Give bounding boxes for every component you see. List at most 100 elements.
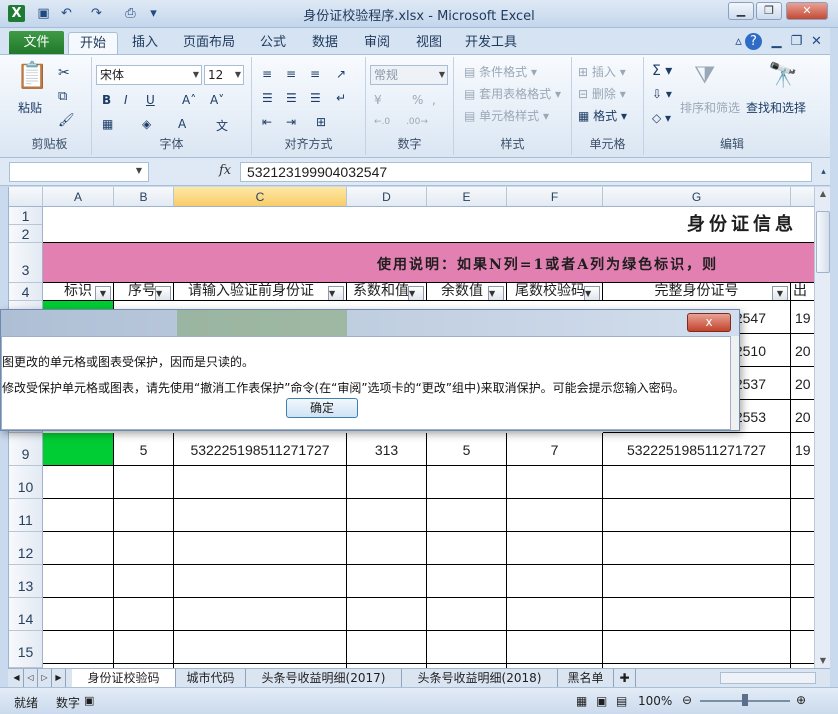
header-birth[interactable]: 出 <box>791 283 814 301</box>
normal-view-icon[interactable]: ▦ <box>576 694 587 708</box>
font-name-combo[interactable]: 宋体 ▼ <box>96 65 202 85</box>
row-header-15[interactable]: 15 <box>9 631 43 668</box>
sheet-tab-id-check[interactable]: 身份证校验码 <box>72 669 176 687</box>
birth-cell[interactable]: 20 <box>791 367 814 400</box>
sheet-tab-income-2018[interactable]: 头条号收益明细(2018) <box>402 669 558 687</box>
sheet-tab-blacklist[interactable]: 黑名单 <box>558 669 614 687</box>
delete-cells-button[interactable]: ⊟ 删除 ▾ <box>578 85 626 102</box>
sheet-tab-income-2017[interactable]: 头条号收益明细(2017) <box>246 669 402 687</box>
grow-font-icon[interactable]: A˄ <box>182 93 196 107</box>
decrease-indent-icon[interactable]: ⇤ <box>262 115 272 129</box>
row-header-1[interactable]: 1 <box>9 207 43 225</box>
shrink-font-icon[interactable]: A˅ <box>210 93 224 107</box>
header-seq[interactable]: 序号 ▼ <box>114 283 174 301</box>
align-middle-icon[interactable]: ≡ <box>286 67 296 81</box>
table-format-button[interactable]: ▤ 套用表格格式 ▾ <box>464 85 561 102</box>
increase-indent-icon[interactable]: ⇥ <box>286 115 296 129</box>
coef-sum-cell[interactable]: 313 <box>347 433 427 466</box>
tab-view[interactable]: 视图 <box>408 32 450 54</box>
header-input-id[interactable]: 请输入验证前身份证 ▼ <box>174 283 347 301</box>
birth-cell[interactable]: 20 <box>791 334 814 367</box>
empty-rows-grid[interactable] <box>43 466 814 668</box>
column-header-c[interactable]: C <box>174 187 347 207</box>
name-box[interactable]: ▼ <box>9 162 149 182</box>
header-remainder[interactable]: 余数值 ▼ <box>427 283 507 301</box>
tab-insert[interactable]: 插入 <box>124 32 166 54</box>
tab-data[interactable]: 数据 <box>304 32 346 54</box>
dialog-ok-button[interactable]: 确定 <box>286 398 358 418</box>
row-header-10[interactable]: 10 <box>9 466 43 499</box>
tab-page-layout[interactable]: 页面布局 <box>176 32 242 54</box>
row-header-2[interactable]: 2 <box>9 225 43 243</box>
prev-sheet-icon[interactable]: ◁ <box>24 669 38 687</box>
row-header-3[interactable]: 3 <box>9 243 43 283</box>
dialog-caption-bar[interactable] <box>1 310 739 336</box>
cut-icon[interactable]: ✂ <box>58 65 70 81</box>
page-layout-view-icon[interactable]: ▣ <box>596 694 607 708</box>
filter-dropdown-icon[interactable]: ▼ <box>584 286 600 300</box>
sort-filter-button[interactable]: 排序和筛选 <box>680 99 740 116</box>
row-header-14[interactable]: 14 <box>9 598 43 631</box>
cell-styles-button[interactable]: ▤ 单元格样式 ▾ <box>464 107 549 124</box>
comma-icon[interactable]: , <box>432 93 436 107</box>
zoom-level[interactable]: 100% <box>638 694 672 708</box>
number-format-combo[interactable]: 常规 ▼ <box>370 65 448 85</box>
tab-formulas[interactable]: 公式 <box>252 32 294 54</box>
header-check-code[interactable]: 尾数校验码 ▼ <box>507 283 603 301</box>
flag-cell-green[interactable] <box>43 433 114 466</box>
row-header-11[interactable]: 11 <box>9 499 43 532</box>
seq-cell[interactable]: 5 <box>114 433 174 466</box>
close-window-button[interactable]: ✕ <box>786 2 828 20</box>
scroll-up-icon[interactable]: ▲ <box>816 187 830 201</box>
insert-cells-button[interactable]: ⊞ 插入 ▾ <box>578 63 626 80</box>
align-bottom-icon[interactable]: ≡ <box>310 67 320 81</box>
zoom-in-icon[interactable]: ⊕ <box>796 693 806 707</box>
filter-dropdown-icon[interactable]: ▼ <box>408 286 424 300</box>
filter-dropdown-icon[interactable]: ▼ <box>772 286 788 300</box>
help-icon[interactable]: ? <box>745 33 762 50</box>
scroll-down-icon[interactable]: ▼ <box>816 654 830 668</box>
column-header-f[interactable]: F <box>507 187 603 207</box>
sort-filter-icon[interactable]: ⧩ <box>694 61 715 89</box>
column-header-b[interactable]: B <box>114 187 174 207</box>
workbook-close-icon[interactable]: ✕ <box>808 33 825 50</box>
increase-decimal-icon[interactable]: ←.0 <box>374 117 390 127</box>
column-header-e[interactable]: E <box>427 187 507 207</box>
filter-dropdown-icon[interactable]: ▼ <box>328 286 344 300</box>
bold-icon[interactable]: B <box>102 93 111 107</box>
birth-cell[interactable]: 20 <box>791 400 814 433</box>
insert-function-button[interactable]: fx <box>219 163 231 178</box>
format-cells-button[interactable]: ▦ 格式 ▾ <box>578 107 627 124</box>
input-id-cell[interactable]: 532225198511271727 <box>174 433 347 466</box>
format-painter-icon[interactable]: 🖌 <box>58 113 75 128</box>
header-full-id[interactable]: 完整身份证号 ▼ <box>603 283 791 301</box>
workbook-restore-icon[interactable]: ❐ <box>788 33 805 50</box>
select-all-corner[interactable] <box>9 187 43 207</box>
scroll-thumb[interactable] <box>816 211 830 273</box>
minimize-button[interactable]: ▁ <box>728 2 754 20</box>
fill-color-icon[interactable]: ◈ <box>142 117 151 131</box>
zoom-out-icon[interactable]: ⊖ <box>682 693 692 707</box>
align-center-icon[interactable]: ☰ <box>286 91 297 105</box>
sheet-title[interactable]: 身份证信息 <box>43 207 814 243</box>
phonetic-icon[interactable]: 文 <box>216 117 228 134</box>
tab-home[interactable]: 开始 <box>68 32 118 54</box>
copy-icon[interactable]: ⧉ <box>58 89 67 104</box>
column-header-a[interactable]: A <box>43 187 114 207</box>
row-header-9[interactable]: 9 <box>9 433 43 466</box>
remainder-cell[interactable]: 5 <box>427 433 507 466</box>
borders-icon[interactable]: ▦ <box>102 117 113 131</box>
tab-developer[interactable]: 开发工具 <box>458 32 524 54</box>
paste-button[interactable]: 粘贴 <box>18 99 42 116</box>
filter-dropdown-icon[interactable]: ▼ <box>95 286 111 300</box>
sheet-tab-city-code[interactable]: 城市代码 <box>176 669 246 687</box>
row-header-12[interactable]: 12 <box>9 532 43 565</box>
tab-review[interactable]: 审阅 <box>356 32 398 54</box>
merge-center-icon[interactable]: ⊞ <box>316 115 326 129</box>
check-code-cell[interactable]: 7 <box>507 433 603 466</box>
align-left-icon[interactable]: ☰ <box>262 91 273 105</box>
instruction-banner[interactable]: 使用说明：如果N列=1或者A列为绿色标识，则 <box>43 243 814 283</box>
full-id-cell[interactable]: 532225198511271727 <box>603 433 791 466</box>
horizontal-scrollbar[interactable] <box>720 672 816 684</box>
align-right-icon[interactable]: ☰ <box>310 91 321 105</box>
